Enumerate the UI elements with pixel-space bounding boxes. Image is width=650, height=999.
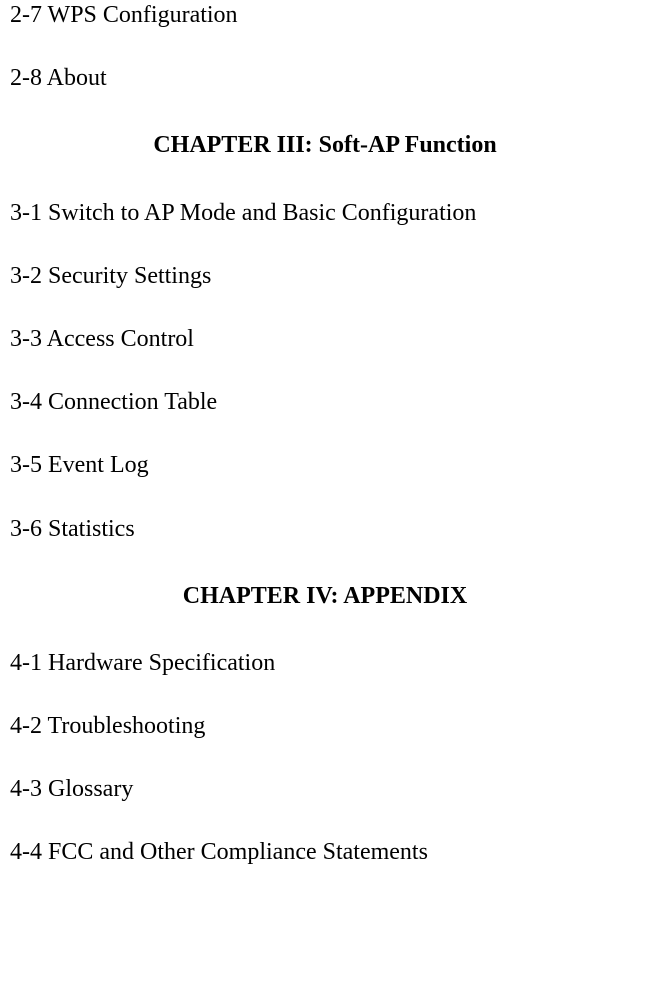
toc-entry: 3-4 Connection Table	[10, 387, 640, 418]
toc-entry: 4-2 Troubleshooting	[10, 711, 640, 742]
toc-entry: 2-7 WPS Configuration	[10, 0, 640, 31]
toc-entry: 4-4 FCC and Other Compliance Statements	[10, 837, 640, 868]
chapter-heading: CHAPTER III: Soft-AP Function	[10, 130, 640, 161]
toc-entry: 3-3 Access Control	[10, 324, 640, 355]
toc-entry: 3-2 Security Settings	[10, 261, 640, 292]
toc-entry: 4-1 Hardware Specification	[10, 648, 640, 679]
toc-entry: 2-8 About	[10, 63, 640, 94]
toc-entry: 3-1 Switch to AP Mode and Basic Configur…	[10, 198, 640, 229]
toc-entry: 3-6 Statistics	[10, 514, 640, 545]
chapter-heading: CHAPTER IV: APPENDIX	[10, 581, 640, 612]
toc-entry: 3-5 Event Log	[10, 450, 640, 481]
toc-entry: 4-3 Glossary	[10, 774, 640, 805]
toc-block: 2-7 WPS Configuration 2-8 About CHAPTER …	[10, 0, 640, 869]
